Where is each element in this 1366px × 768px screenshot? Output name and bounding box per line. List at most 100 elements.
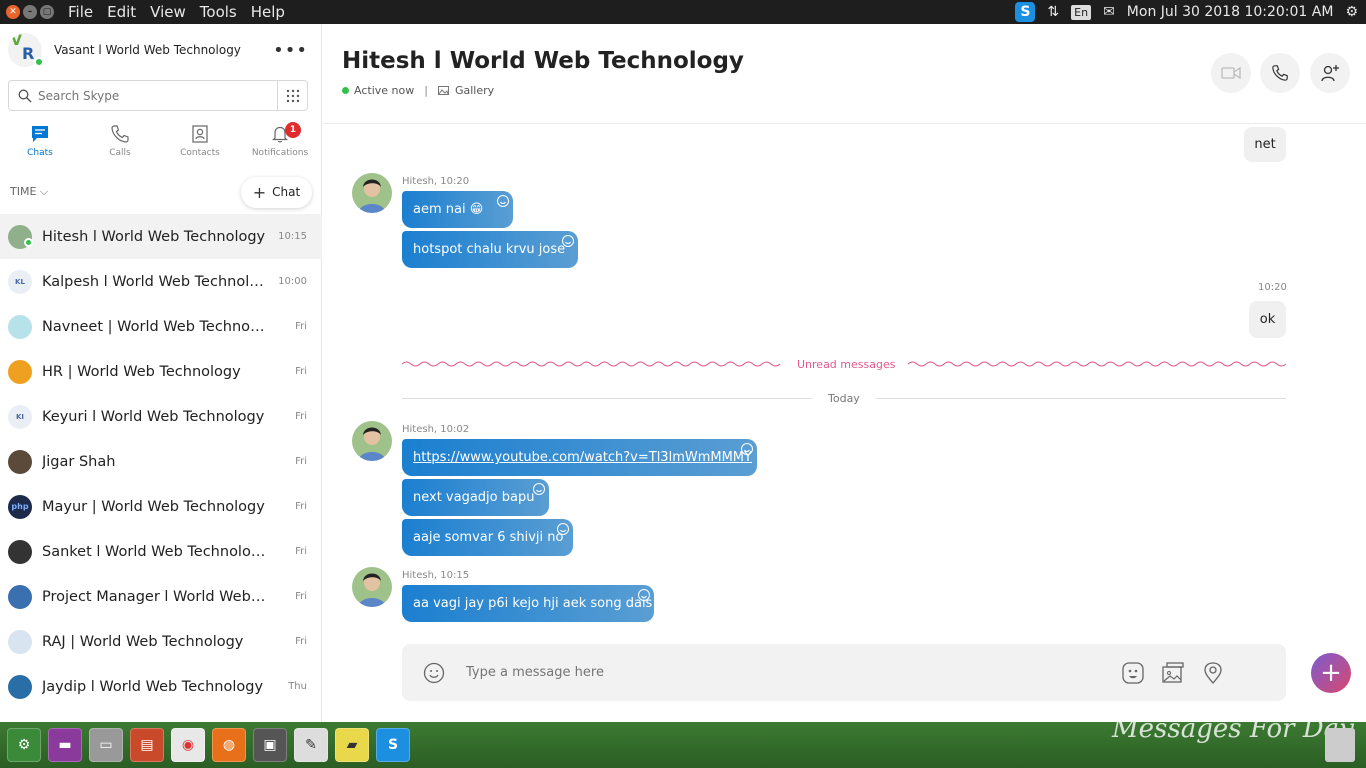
- taskbar: ⚙ ▬ ▭ ▤ ◉ ◍ ▣ ✎ ▰ S Messages For Day: [0, 714, 1366, 768]
- reaction-smiley-icon[interactable]: [496, 194, 510, 208]
- profile-name[interactable]: Vasant l World Web Technology: [54, 43, 241, 57]
- menu-help[interactable]: Help: [251, 3, 285, 21]
- tab-chats[interactable]: Chats: [0, 124, 80, 162]
- conversation-item[interactable]: php Mayur | World Web Technology Fri: [0, 484, 322, 529]
- dialpad-icon: [286, 89, 299, 102]
- incoming-message[interactable]: https://www.youtube.com/watch?v=Tl3lmWmM…: [402, 439, 757, 476]
- incoming-message[interactable]: aa vagi jay p6i kejo hji aek song dais: [402, 585, 654, 622]
- contacts-icon: [192, 125, 208, 143]
- tab-contacts[interactable]: Contacts: [160, 124, 240, 162]
- keyboard-layout-indicator[interactable]: En: [1071, 4, 1092, 20]
- sender-avatar[interactable]: [352, 173, 392, 213]
- conversation-item[interactable]: Jigar Shah Fri: [0, 439, 322, 484]
- reaction-smiley-icon[interactable]: [740, 442, 754, 456]
- file-manager-icon[interactable]: ▤: [130, 728, 164, 762]
- contact-avatar: [8, 629, 32, 654]
- sticker-icon[interactable]: [1120, 660, 1146, 686]
- trash-icon[interactable]: [1325, 728, 1355, 762]
- date-label: Today: [828, 392, 860, 405]
- skype-taskbar-icon[interactable]: S: [376, 728, 410, 762]
- network-icon[interactable]: ⇅: [1047, 4, 1059, 20]
- video-call-button[interactable]: [1211, 53, 1251, 93]
- incoming-message[interactable]: hotspot chalu krvu jose: [402, 231, 578, 268]
- reaction-smiley-icon[interactable]: [561, 234, 575, 248]
- conversation-item[interactable]: RAJ | World Web Technology Fri: [0, 619, 322, 664]
- conversation-item[interactable]: Hitesh l World Web Technology 10:15: [0, 214, 322, 259]
- conversation-item[interactable]: Project Manager l World Web Tech... Fri: [0, 574, 322, 619]
- media-gallery-icon[interactable]: [1160, 660, 1186, 686]
- gallery-label: Gallery: [454, 84, 495, 97]
- conversation-name: HR | World Web Technology: [42, 363, 241, 380]
- notification-badge: 1: [285, 122, 301, 138]
- separator: |: [424, 84, 428, 97]
- sticky-notes-icon[interactable]: ▰: [335, 728, 369, 762]
- text-editor-icon[interactable]: ✎: [294, 728, 328, 762]
- skype-tray-icon[interactable]: S: [1015, 2, 1036, 22]
- menu-edit[interactable]: Edit: [107, 3, 136, 21]
- tab-calls[interactable]: Calls: [80, 124, 160, 162]
- sender-label: Hitesh, 10:02: [402, 424, 470, 435]
- conversation-item[interactable]: Navneet | World Web Technology Fri: [0, 304, 322, 349]
- sender-avatar[interactable]: [352, 421, 392, 461]
- start-menu-icon[interactable]: ⚙: [7, 728, 41, 762]
- search-input[interactable]: [38, 88, 268, 103]
- chrome-icon[interactable]: ◉: [171, 728, 205, 762]
- sender-label: Hitesh, 10:20: [402, 176, 470, 187]
- online-status-dot: [24, 238, 33, 247]
- firefox-icon[interactable]: ◍: [212, 728, 246, 762]
- add-content-button[interactable]: +: [1311, 653, 1351, 693]
- menu-tools[interactable]: Tools: [200, 3, 237, 21]
- conversation-item[interactable]: KI Keyuri l World Web Technology Fri: [0, 394, 322, 439]
- tab-notifications[interactable]: Notifications 1: [240, 122, 320, 162]
- reaction-smiley-icon[interactable]: [637, 588, 651, 602]
- close-window-button[interactable]: ✕: [6, 5, 20, 19]
- audio-call-button[interactable]: [1260, 53, 1300, 93]
- conversation-item[interactable]: HR | World Web Technology Fri: [0, 349, 322, 394]
- conversation-time: Thu: [288, 681, 307, 692]
- emoji-icon[interactable]: [422, 661, 446, 685]
- profile-header: V R Vasant l World Web Technology •••: [8, 33, 314, 67]
- sort-by-dropdown[interactable]: TIME ⌵: [10, 185, 48, 199]
- new-chat-button[interactable]: + Chat: [241, 176, 312, 208]
- gallery-link[interactable]: Gallery: [437, 84, 495, 97]
- conversation-item[interactable]: Sanket l World Web Technology Fri: [0, 529, 322, 574]
- menu-file[interactable]: File: [68, 3, 93, 21]
- add-people-button[interactable]: [1310, 53, 1350, 93]
- conversation-name: Jigar Shah: [42, 453, 116, 470]
- list-sort-row: TIME ⌵ + Chat: [0, 174, 322, 210]
- mail-icon[interactable]: ✉: [1103, 4, 1115, 20]
- unread-divider: Unread messages: [402, 358, 1286, 371]
- reaction-smiley-icon[interactable]: [556, 522, 570, 536]
- incoming-message[interactable]: aaje somvar 6 shivji no: [402, 519, 573, 556]
- system-tray: S ⇅ En ✉ Mon Jul 30 2018 10:20:01 AM ⚙: [1015, 2, 1358, 22]
- conversation-item[interactable]: KL Kalpesh l World Web Technology 10:00: [0, 259, 322, 304]
- unread-label: Unread messages: [797, 358, 896, 371]
- dialpad-button[interactable]: [277, 81, 307, 110]
- conversation-item[interactable]: Jaydip l World Web Technology Thu: [0, 664, 322, 709]
- message-text: aa vagi jay p6i kejo hji aek song dais: [413, 596, 653, 611]
- clock[interactable]: Mon Jul 30 2018 10:20:01 AM: [1127, 4, 1334, 20]
- reaction-smiley-icon[interactable]: [532, 482, 546, 496]
- message-area[interactable]: net Hitesh, 10:20 aem nai 😁 hotspot chal…: [323, 124, 1366, 639]
- outgoing-timestamp: 10:20: [1258, 282, 1287, 293]
- terminal-icon[interactable]: ▣: [253, 728, 287, 762]
- person-avatar-icon: [352, 567, 392, 607]
- message-text: next vagadjo bapu: [413, 490, 535, 505]
- sender-avatar[interactable]: [352, 567, 392, 607]
- outgoing-message[interactable]: ok: [1249, 301, 1286, 338]
- location-pin-icon[interactable]: [1200, 660, 1226, 686]
- drive-icon[interactable]: ▭: [89, 728, 123, 762]
- more-options-button[interactable]: •••: [273, 40, 308, 61]
- settings-gear-icon[interactable]: ⚙: [1345, 4, 1358, 20]
- maximize-window-button[interactable]: ▢: [40, 5, 54, 19]
- menu-view[interactable]: View: [150, 3, 186, 21]
- incoming-message[interactable]: aem nai 😁: [402, 191, 513, 228]
- message-link[interactable]: https://www.youtube.com/watch?v=Tl3lmWmM…: [413, 450, 752, 465]
- incoming-message[interactable]: next vagadjo bapu: [402, 479, 549, 516]
- outgoing-message[interactable]: net: [1244, 127, 1286, 162]
- tab-calls-label: Calls: [109, 148, 131, 158]
- app-launcher-icon[interactable]: ▬: [48, 728, 82, 762]
- minimize-window-button[interactable]: –: [23, 5, 37, 19]
- message-input[interactable]: [466, 665, 1106, 680]
- contact-avatar: [8, 314, 32, 339]
